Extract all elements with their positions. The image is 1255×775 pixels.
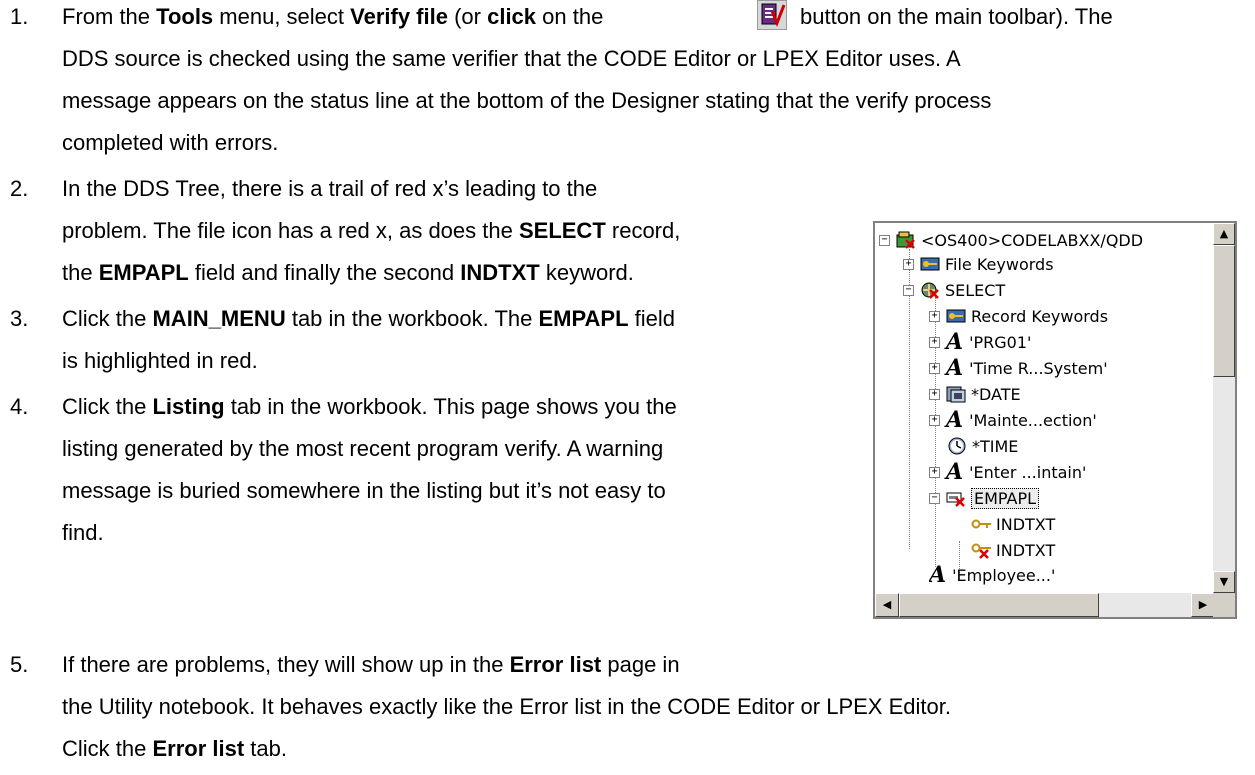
- expand-icon[interactable]: +: [929, 388, 940, 400]
- expand-icon[interactable]: +: [903, 258, 914, 270]
- record-error-icon: [920, 281, 940, 299]
- tree-node-label: EMPAPL: [971, 487, 1040, 509]
- tree-node-record-keywords[interactable]: + Record Keywords: [929, 303, 1108, 329]
- step-2-line-2: problem. The file icon has a red x, as d…: [62, 218, 681, 243]
- scroll-down-icon[interactable]: ▼: [1213, 571, 1235, 593]
- step-1-line-3: message appears on the status line at th…: [62, 88, 992, 113]
- step-4-line-3: message is buried somewhere in the listi…: [62, 478, 666, 503]
- step-number: 3.: [10, 306, 29, 331]
- tree-node-enter[interactable]: + A 'Enter ...intain': [929, 459, 1086, 485]
- clock-icon: [947, 437, 967, 455]
- tree-node-label: *TIME: [972, 436, 1019, 456]
- tree-node-date[interactable]: + *DATE: [929, 381, 1021, 407]
- step-1-line-1-end: button on the main toolbar). The: [800, 4, 1113, 29]
- tree-node-root[interactable]: − <OS400>CODELABXX/QDD: [879, 227, 1143, 253]
- expand-icon[interactable]: +: [929, 466, 940, 478]
- step-4-line-2: listing generated by the most recent pro…: [62, 436, 664, 461]
- constant-A-icon: A: [929, 565, 947, 585]
- dds-tree-panel: − <OS400>CODELABXX/QDD + File Keywords −: [873, 221, 1237, 619]
- step-2-line-3: the EMPAPL field and finally the second …: [62, 260, 634, 285]
- dds-tree-view[interactable]: − <OS400>CODELABXX/QDD + File Keywords −: [875, 223, 1215, 593]
- key-icon: [946, 307, 966, 325]
- document-page: 1. From the Tools menu, select Verify fi…: [0, 0, 1255, 775]
- tree-node-label: <OS400>CODELABXX/QDD: [921, 230, 1144, 250]
- tree-node-label: 'Enter ...intain': [969, 462, 1087, 482]
- tree-node-time[interactable]: *TIME: [947, 433, 1018, 459]
- step-3-line-1: Click the MAIN_MENU tab in the workbook.…: [62, 306, 675, 331]
- step-number: 1.: [10, 4, 29, 29]
- tree-node-label: SELECT: [945, 280, 1006, 300]
- step-number: 5.: [10, 652, 29, 677]
- tree-node-time-system[interactable]: + A 'Time R...System': [929, 355, 1108, 381]
- step-1-line-4: completed with errors.: [62, 130, 279, 155]
- keyword-error-icon: [971, 541, 991, 559]
- step-3-line-2: is highlighted in red.: [62, 348, 258, 373]
- collapse-icon[interactable]: −: [879, 234, 890, 246]
- step-1-line-2: DDS source is checked using the same ver…: [62, 46, 961, 71]
- file-error-icon: [896, 231, 916, 249]
- vertical-scrollbar[interactable]: ▲ ▼: [1213, 223, 1235, 593]
- scroll-left-icon[interactable]: ◀: [875, 593, 899, 617]
- tree-node-file-keywords[interactable]: + File Keywords: [903, 251, 1054, 277]
- key-icon: [920, 255, 940, 273]
- tree-node-label: 'PRG01': [969, 332, 1032, 352]
- tree-node-indtxt-1[interactable]: INDTXT: [971, 511, 1055, 537]
- scroll-thumb[interactable]: [1213, 245, 1235, 377]
- tree-node-label: 'Employee...': [952, 565, 1056, 585]
- step-2-line-1: In the DDS Tree, there is a trail of red…: [62, 176, 598, 201]
- constant-A-icon: A: [946, 407, 964, 433]
- expand-icon[interactable]: +: [929, 362, 940, 374]
- expand-icon[interactable]: +: [929, 414, 940, 426]
- step-1-line-1: From the Tools menu, select Verify file …: [62, 4, 604, 29]
- scroll-corner: [1213, 593, 1235, 617]
- constant-A-icon: A: [946, 459, 964, 485]
- collapse-icon[interactable]: −: [903, 284, 914, 296]
- scroll-right-icon[interactable]: ▶: [1191, 593, 1215, 617]
- tree-node-label: INDTXT: [996, 514, 1056, 534]
- scroll-up-icon[interactable]: ▲: [1213, 223, 1235, 245]
- tree-node-prg01[interactable]: + A 'PRG01': [929, 329, 1031, 355]
- step-5-line-1: If there are problems, they will show up…: [62, 652, 680, 677]
- field-error-icon: [946, 489, 966, 507]
- tree-node-label: 'Mainte...ection': [969, 410, 1097, 430]
- scroll-thumb[interactable]: [899, 593, 1099, 617]
- date-icon: [946, 385, 966, 403]
- expand-icon[interactable]: +: [929, 310, 940, 322]
- constant-A-icon: A: [946, 355, 964, 381]
- tree-node-indtxt-2[interactable]: INDTXT: [971, 537, 1055, 563]
- step-4-line-1: Click the Listing tab in the workbook. T…: [62, 394, 677, 419]
- horizontal-scrollbar[interactable]: ◀ ▶: [875, 593, 1215, 617]
- tree-node-empapl[interactable]: − EMPAPL: [929, 485, 1040, 511]
- tree-node-label: INDTXT: [996, 540, 1056, 560]
- tree-node-label: File Keywords: [945, 254, 1054, 274]
- keyword-icon: [971, 515, 991, 533]
- tree-node-mainte[interactable]: + A 'Mainte...ection': [929, 407, 1097, 433]
- expand-icon[interactable]: +: [929, 336, 940, 348]
- tree-node-cutoff[interactable]: A 'Employee...': [929, 565, 1055, 585]
- verify-file-toolbar-icon: [757, 0, 787, 30]
- collapse-icon[interactable]: −: [929, 492, 940, 504]
- step-5-line-2: the Utility notebook. It behaves exactly…: [62, 694, 951, 719]
- tree-node-label: 'Time R...System': [969, 358, 1108, 378]
- constant-A-icon: A: [946, 329, 964, 355]
- step-number: 4.: [10, 394, 29, 419]
- step-number: 2.: [10, 176, 29, 201]
- step-5-line-3: Click the Error list tab.: [62, 736, 287, 761]
- tree-node-select[interactable]: − SELECT: [903, 277, 1005, 303]
- tree-node-label: Record Keywords: [971, 306, 1109, 326]
- step-4-line-4: find.: [62, 520, 104, 545]
- tree-node-label: *DATE: [971, 384, 1021, 404]
